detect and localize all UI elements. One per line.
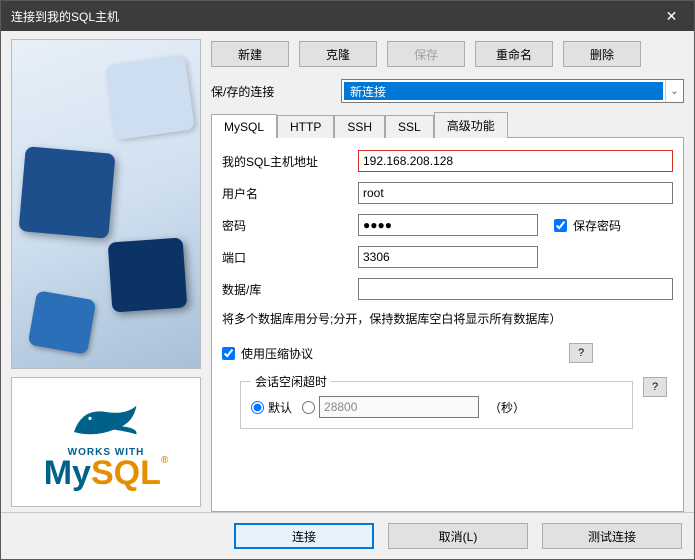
database-label: 数据/库 xyxy=(222,281,352,298)
port-input[interactable] xyxy=(358,246,538,268)
compress-label: 使用压缩协议 xyxy=(241,345,313,362)
port-label: 端口 xyxy=(222,249,352,266)
radio-default-label: 默认 xyxy=(268,399,292,416)
user-input[interactable] xyxy=(358,182,673,204)
left-panel: WORKS WITH MySQL® xyxy=(11,39,201,512)
saved-connection-selected: 新连接 xyxy=(344,82,663,100)
window-title: 连接到我的SQL主机 xyxy=(11,8,649,25)
radio-default-group: 默认 xyxy=(251,399,292,416)
help-compress-button[interactable]: ? xyxy=(569,343,593,363)
compress-checkbox[interactable] xyxy=(222,347,235,360)
database-input[interactable] xyxy=(358,278,673,300)
tab-advanced[interactable]: 高级功能 xyxy=(434,112,508,138)
saved-connection-label: 保/存的连接 xyxy=(211,83,331,100)
tab-mysql[interactable]: MySQL xyxy=(211,114,277,138)
tab-ssl[interactable]: SSL xyxy=(385,115,434,138)
content-area: WORKS WITH MySQL® 新建 克隆 保存 重命名 删除 保/存的连接 xyxy=(1,31,694,559)
mysql-wordmark: MySQL® xyxy=(44,456,169,490)
radio-custom-group xyxy=(302,396,479,418)
idle-timeout-fieldset: 会话空闲超时 默认 xyxy=(240,373,633,429)
save-password-label: 保存密码 xyxy=(573,217,621,234)
clone-button[interactable]: 克隆 xyxy=(299,41,377,67)
radio-custom[interactable] xyxy=(302,401,315,414)
cancel-button[interactable]: 取消(L) xyxy=(388,523,528,549)
saved-connection-dropdown[interactable]: 新连接 ⌄ xyxy=(341,79,684,103)
save-button[interactable]: 保存 xyxy=(387,41,465,67)
dolphin-icon xyxy=(66,395,146,445)
user-label: 用户名 xyxy=(222,185,352,202)
new-button[interactable]: 新建 xyxy=(211,41,289,67)
host-row: 我的SQL主机地址 xyxy=(222,150,673,172)
radio-default[interactable] xyxy=(251,401,264,414)
host-label: 我的SQL主机地址 xyxy=(222,153,352,170)
compress-row: 使用压缩协议 ? xyxy=(222,343,673,363)
puzzle-piece-icon xyxy=(108,237,188,312)
timeout-input[interactable] xyxy=(319,396,479,418)
connect-button[interactable]: 连接 xyxy=(234,523,374,549)
host-input[interactable] xyxy=(358,150,673,172)
idle-timeout-legend: 会话空闲超时 xyxy=(251,373,331,390)
database-row: 数据/库 xyxy=(222,278,673,300)
main-row: WORKS WITH MySQL® 新建 克隆 保存 重命名 删除 保/存的连接 xyxy=(1,31,694,512)
help-idle-button[interactable]: ? xyxy=(643,377,667,397)
tab-control: MySQL HTTP SSH SSL 高级功能 我的SQL主机地址 用户名 xyxy=(211,111,684,512)
close-button[interactable]: ✕ xyxy=(649,1,694,31)
chevron-down-icon: ⌄ xyxy=(665,80,683,102)
port-row: 端口 xyxy=(222,246,673,268)
idle-timeout-radio-row: 默认 （秒） xyxy=(251,396,622,418)
idle-timeout-row: 会话空闲超时 默认 xyxy=(222,373,673,429)
mysql-logo: WORKS WITH MySQL® xyxy=(11,377,201,507)
decorative-puzzle-image xyxy=(11,39,201,369)
tab-strip: MySQL HTTP SSH SSL 高级功能 xyxy=(211,111,684,137)
puzzle-piece-icon xyxy=(28,290,97,355)
password-row: 密码 保存密码 xyxy=(222,214,673,236)
puzzle-piece-icon xyxy=(18,146,115,239)
right-panel: 新建 克隆 保存 重命名 删除 保/存的连接 新连接 ⌄ MySQL xyxy=(211,39,684,512)
test-connection-button[interactable]: 测试连接 xyxy=(542,523,682,549)
save-password-checkbox[interactable] xyxy=(554,219,567,232)
password-label: 密码 xyxy=(222,217,352,234)
tab-body: 我的SQL主机地址 用户名 密码 保存密码 xyxy=(211,137,684,512)
tab-http[interactable]: HTTP xyxy=(277,115,334,138)
save-password-group: 保存密码 xyxy=(554,217,621,234)
close-icon: ✕ xyxy=(666,8,678,25)
titlebar: 连接到我的SQL主机 ✕ xyxy=(1,1,694,31)
dialog-window: 连接到我的SQL主机 ✕ WORKS WITH xyxy=(0,0,695,560)
database-hint: 将多个数据库用分号;分开，保持数据库空白将显示所有数据库） xyxy=(222,310,673,327)
toolbar: 新建 克隆 保存 重命名 删除 xyxy=(211,39,684,71)
delete-button[interactable]: 删除 xyxy=(563,41,641,67)
password-input[interactable] xyxy=(358,214,538,236)
bottom-bar: 连接 取消(L) 测试连接 xyxy=(1,512,694,559)
seconds-label: （秒） xyxy=(489,399,525,416)
user-row: 用户名 xyxy=(222,182,673,204)
puzzle-piece-icon xyxy=(105,55,195,140)
saved-connection-row: 保/存的连接 新连接 ⌄ xyxy=(211,79,684,103)
rename-button[interactable]: 重命名 xyxy=(475,41,553,67)
tab-ssh[interactable]: SSH xyxy=(334,115,385,138)
